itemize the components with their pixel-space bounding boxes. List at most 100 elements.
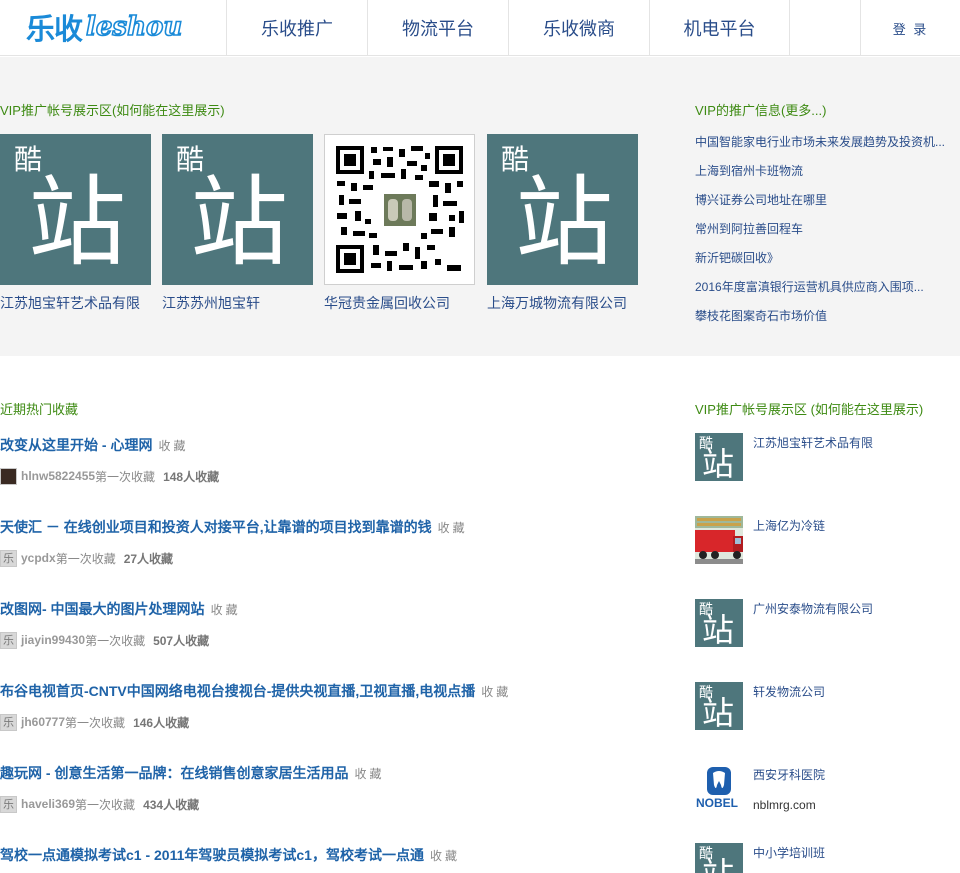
vip-section-title[interactable]: VIP推广帐号展示区(如何能在这里展示)	[0, 100, 225, 119]
user-name[interactable]: haveli369	[21, 797, 75, 811]
hot-section-title: 近期热门收藏	[0, 402, 79, 417]
user-name[interactable]: jh60777	[21, 715, 65, 729]
info-item[interactable]: 攀枝花图案奇石市场价值	[695, 307, 950, 336]
info-item[interactable]: 博兴证券公司地址在哪里	[695, 191, 950, 220]
fav-button[interactable]: 收藏	[211, 603, 241, 617]
nav-item-weishang[interactable]: 乐收微商	[508, 0, 649, 56]
nav-item-electromech[interactable]: 机电平台	[649, 0, 790, 56]
nobel-text: NOBEL	[696, 796, 738, 810]
truck-icon	[695, 516, 743, 564]
account-item[interactable]: 酷 站 江苏旭宝轩艺术品有限	[695, 433, 955, 483]
logo-big-char: 站	[702, 446, 735, 481]
account-item[interactable]: NOBEL 西安牙科医院 nblmrg.com	[695, 765, 955, 815]
account-item[interactable]: 酷 站 广州安泰物流有限公司	[695, 599, 955, 649]
vip-card[interactable]: 酷 站 江苏苏州旭宝轩	[162, 134, 313, 313]
logo-cn: 乐收	[26, 12, 83, 46]
kuzhan-logo[interactable]: 酷 站	[162, 134, 313, 285]
fav-button[interactable]: 收藏	[481, 685, 511, 699]
logo-big-char: 站	[190, 166, 289, 280]
fav-button[interactable]: 收藏	[158, 439, 188, 453]
vip-card[interactable]: 华冠贵金属回收公司	[324, 134, 475, 313]
first-fav-label: 第一次收藏	[85, 633, 146, 648]
info-item[interactable]: 新沂钯碳回收》	[695, 249, 950, 278]
nobel-logo[interactable]: NOBEL	[695, 765, 743, 813]
kuzhan-thumb[interactable]: 酷 站	[695, 599, 743, 647]
user-name[interactable]: hlnw5822455	[21, 469, 95, 483]
nav-item-promo[interactable]: 乐收推广	[226, 0, 367, 56]
list-item: 驾校一点通模拟考试c1 - 2011年驾驶员模拟考试c1，驾校考试一点通 收藏	[0, 845, 660, 865]
info-item[interactable]: 常州到阿拉善回程车	[695, 220, 950, 249]
list-item: 改变从这里开始 - 心理网 收藏 hlnw5822455 第一次收藏 148人收藏	[0, 435, 660, 485]
bookmark-title-link[interactable]: 布谷电视首页-CNTV中国网络电视台搜视台-提供央视直播,卫视直播,电视点播	[0, 683, 475, 699]
login-link[interactable]: 登 录	[860, 0, 960, 56]
fav-button[interactable]: 收藏	[438, 521, 468, 535]
logo-big-char: 站	[28, 166, 127, 280]
fav-button[interactable]: 收藏	[430, 849, 460, 863]
logo-en: leshou	[85, 11, 183, 43]
kuzhan-thumb[interactable]: 酷 站	[695, 433, 743, 481]
kuzhan-logo[interactable]: 酷 站	[487, 134, 638, 285]
logo-big-char: 站	[515, 166, 614, 280]
info-item[interactable]: 2016年度富滇银行运营机具供应商入围项...	[695, 278, 950, 307]
vip-card[interactable]: 酷 站 江苏旭宝轩艺术品有限	[0, 134, 151, 313]
vip-card-name[interactable]: 上海万城物流有限公司	[487, 293, 647, 313]
qr-code-icon	[325, 135, 474, 284]
vip-card-name[interactable]: 江苏苏州旭宝轩	[162, 293, 322, 313]
account-name[interactable]: 上海亿为冷链	[753, 517, 825, 534]
header: 乐收 leshou 乐收推广 物流平台 乐收微商 机电平台 登 录	[0, 0, 960, 56]
logo-big-char: 站	[702, 612, 735, 647]
avatar[interactable]: 乐	[0, 631, 17, 649]
account-name[interactable]: 江苏旭宝轩艺术品有限	[753, 434, 873, 451]
vip-info-list: 中国智能家电行业市场未来发展趋势及投资机... 上海到宿州卡班物流 博兴证券公司…	[695, 133, 955, 336]
qr-code-image[interactable]	[324, 134, 475, 285]
truck-photo[interactable]	[695, 516, 743, 564]
user-name[interactable]: ycpdx	[21, 551, 56, 565]
fav-count: 434人收藏	[143, 797, 200, 812]
fav-count: 146人收藏	[133, 715, 190, 730]
user-name[interactable]: jiayin99430	[21, 633, 85, 647]
fav-count: 507人收藏	[153, 633, 210, 648]
bookmark-title-link[interactable]: 天使汇 － 在线创业项目和投资人对接平台,让靠谱的项目找到靠谱的钱	[0, 519, 432, 535]
account-item[interactable]: 酷 站 轩发物流公司	[695, 682, 955, 732]
avatar[interactable]: 乐	[0, 795, 17, 813]
avatar[interactable]	[0, 467, 17, 485]
logo-big-char: 站	[702, 857, 734, 873]
nav-item-logistics[interactable]: 物流平台	[367, 0, 508, 56]
list-item: 天使汇 － 在线创业项目和投资人对接平台,让靠谱的项目找到靠谱的钱 收藏 乐 yc…	[0, 517, 660, 567]
avatar[interactable]: 乐	[0, 549, 17, 567]
info-item[interactable]: 中国智能家电行业市场未来发展趋势及投资机...	[695, 133, 950, 162]
bookmark-title-link[interactable]: 驾校一点通模拟考试c1 - 2011年驾驶员模拟考试c1，驾校考试一点通	[0, 847, 424, 863]
vip-card-name[interactable]: 华冠贵金属回收公司	[324, 293, 484, 313]
main-nav: 乐收推广 物流平台 乐收微商 机电平台	[226, 0, 790, 56]
fav-button[interactable]: 收藏	[354, 767, 384, 781]
account-item[interactable]: 酷 站 中小学培训班	[695, 843, 955, 873]
kuzhan-thumb[interactable]: 酷 站	[695, 682, 743, 730]
fav-count: 27人收藏	[123, 551, 174, 566]
vip-card[interactable]: 酷 站 上海万城物流有限公司	[487, 134, 638, 313]
account-name[interactable]: 西安牙科医院	[753, 766, 825, 783]
first-fav-label: 第一次收藏	[55, 551, 116, 566]
list-item: 改图网- 中国最大的图片处理网站 收藏 乐 jiayin99430 第一次收藏 5…	[0, 599, 660, 649]
first-fav-label: 第一次收藏	[75, 797, 136, 812]
site-logo[interactable]: 乐收 leshou	[26, 10, 183, 46]
account-name[interactable]: 轩发物流公司	[753, 683, 825, 700]
kuzhan-logo[interactable]: 酷 站	[0, 134, 151, 285]
account-name[interactable]: 中小学培训班	[753, 844, 825, 861]
account-url[interactable]: nblmrg.com	[753, 798, 816, 812]
accounts-section-title[interactable]: VIP推广帐号展示区 (如何能在这里展示)	[695, 399, 923, 418]
list-item: 趣玩网 - 创意生活第一品牌：在线销售创意家居生活用品 收藏 乐 haveli36…	[0, 763, 660, 813]
list-item: 布谷电视首页-CNTV中国网络电视台搜视台-提供央视直播,卫视直播,电视点播 收藏…	[0, 681, 660, 731]
fav-count: 148人收藏	[163, 469, 220, 484]
bookmark-title-link[interactable]: 改变从这里开始 - 心理网	[0, 437, 152, 453]
logo-big-char: 站	[702, 695, 735, 730]
kuzhan-thumb[interactable]: 酷 站	[695, 843, 743, 873]
account-item[interactable]: 上海亿为冷链	[695, 516, 955, 566]
vip-card-name[interactable]: 江苏旭宝轩艺术品有限	[0, 293, 160, 313]
vip-info-title[interactable]: VIP的推广信息(更多...)	[695, 100, 826, 119]
account-name[interactable]: 广州安泰物流有限公司	[753, 600, 873, 617]
avatar[interactable]: 乐	[0, 713, 17, 731]
info-item[interactable]: 上海到宿州卡班物流	[695, 162, 950, 191]
bookmark-title-link[interactable]: 趣玩网 - 创意生活第一品牌：在线销售创意家居生活用品	[0, 765, 348, 781]
first-fav-label: 第一次收藏	[95, 469, 156, 484]
bookmark-title-link[interactable]: 改图网- 中国最大的图片处理网站	[0, 601, 205, 617]
